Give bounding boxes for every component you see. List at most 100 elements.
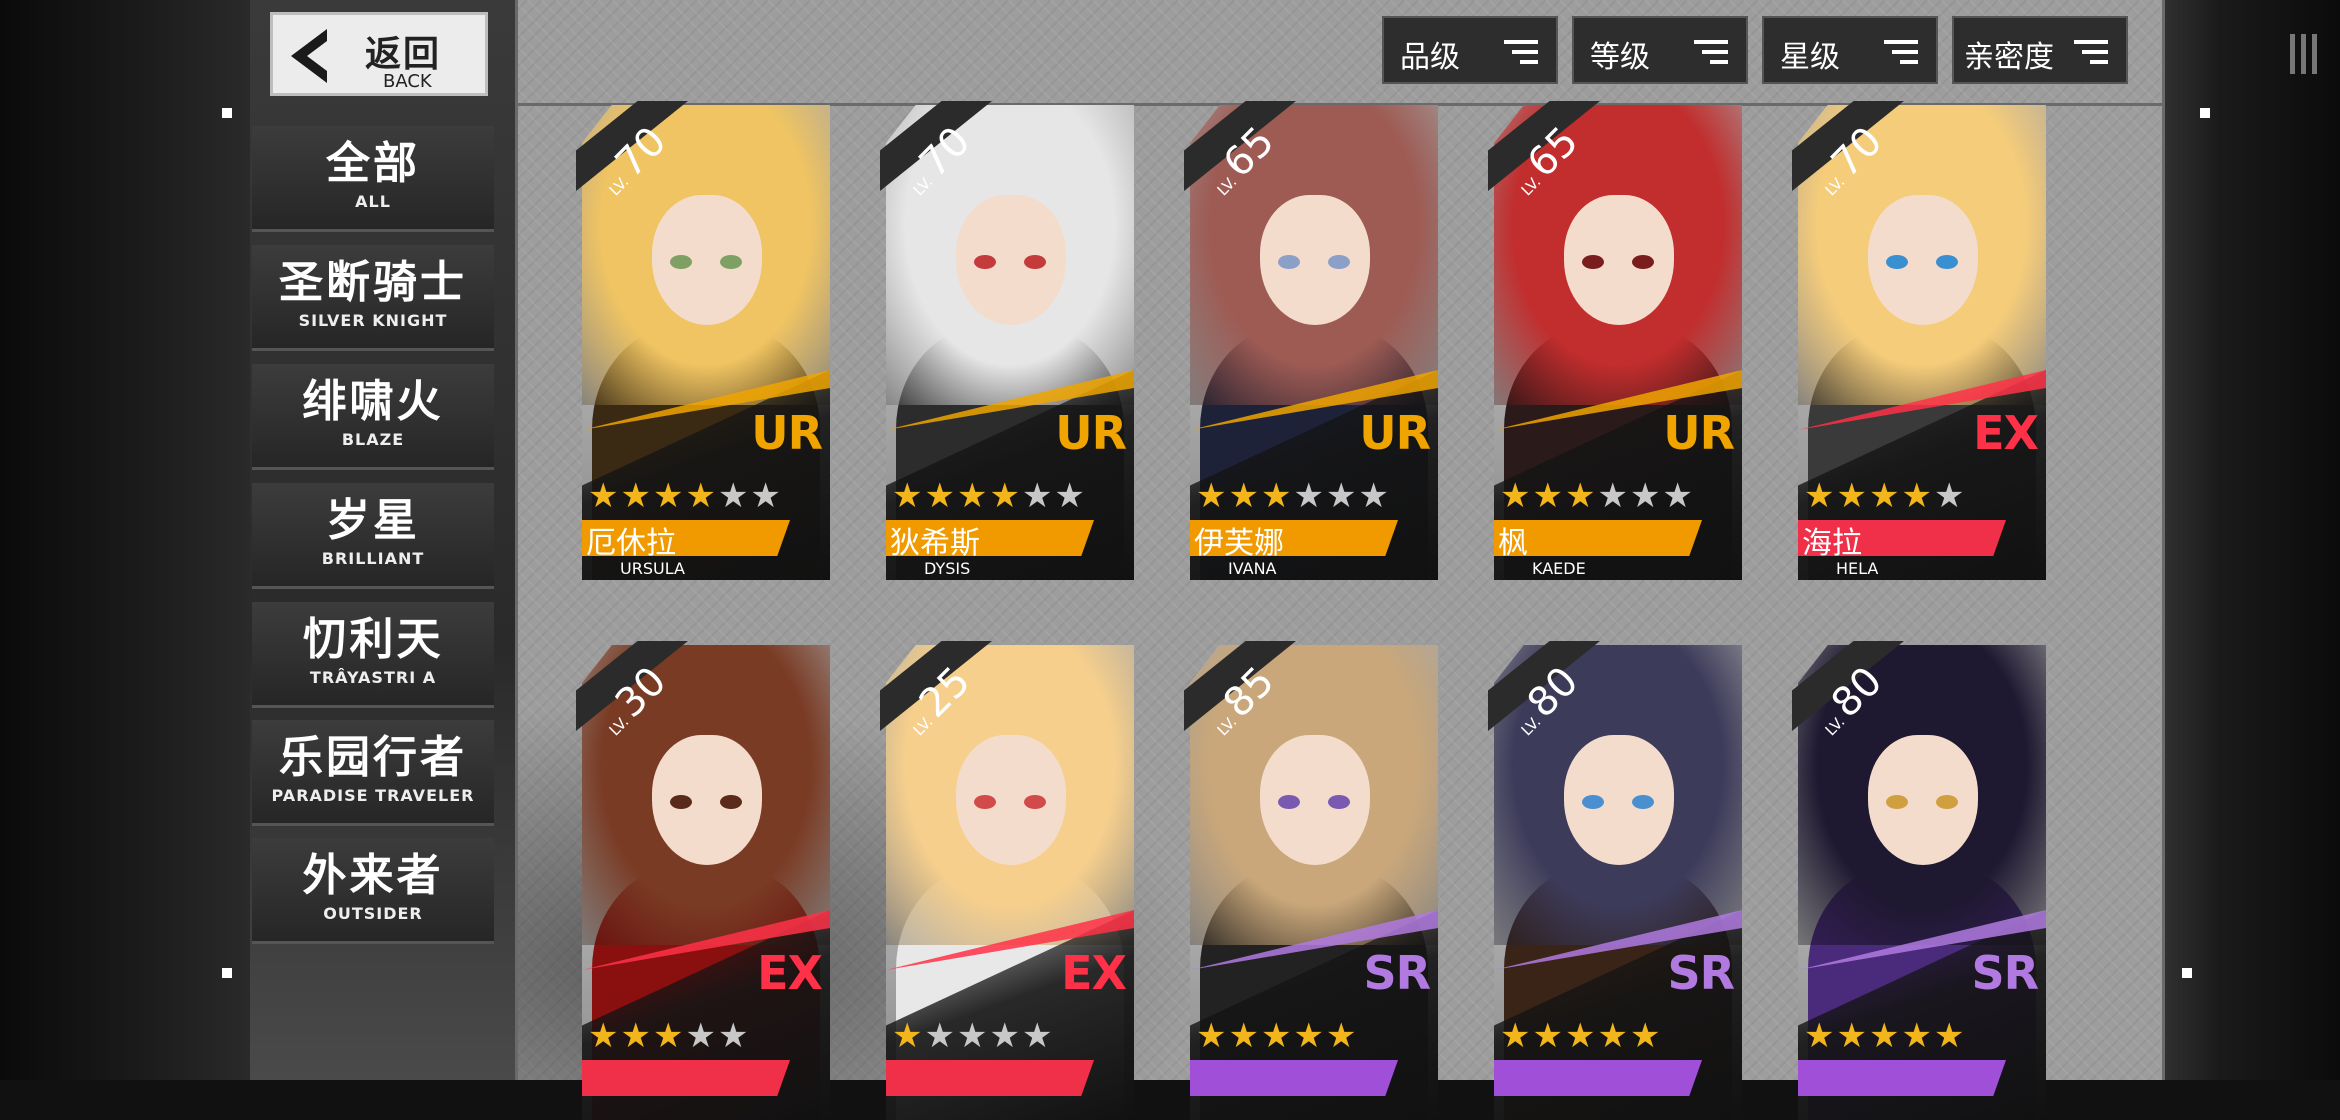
- sidebar-item-brilliant[interactable]: 岁星 BRILLIANT: [252, 483, 494, 589]
- sidebar-item-sub: PARADISE TRAVELER: [271, 786, 475, 805]
- sidebar-item-sub: OUTSIDER: [323, 904, 423, 923]
- filter-label: 星级: [1780, 40, 1840, 75]
- star-icon: ★: [1532, 476, 1565, 516]
- star-icon: ★: [1597, 1016, 1630, 1056]
- back-sub-label: BACK: [383, 71, 432, 92]
- name-bar: 枫: [1494, 520, 1702, 556]
- star-icon: ★: [956, 1016, 990, 1056]
- star-icon: ★: [989, 476, 1022, 516]
- sidebar-item-trayastria[interactable]: 忉利天 TRÂYASTRI A: [252, 602, 494, 708]
- sidebar-item-silver-knight[interactable]: 圣断骑士 SILVER KNIGHT: [252, 245, 494, 351]
- star-icon: ★: [1868, 1016, 1902, 1056]
- character-card[interactable]: UR ★★★★★★ 厄休拉 URSULA: [582, 105, 830, 580]
- filter-star-button[interactable]: 星级: [1762, 16, 1938, 84]
- star-rating: ★★★★★★: [588, 477, 783, 515]
- star-icon: ★: [1325, 476, 1359, 516]
- star-icon: ★: [685, 476, 718, 516]
- star-icon: ★: [1901, 476, 1934, 516]
- character-card[interactable]: UR ★★★★★★ 伊芙娜 IVANA: [1190, 105, 1438, 580]
- back-button[interactable]: 返回 BACK: [270, 12, 488, 96]
- star-icon: ★: [717, 1016, 751, 1056]
- star-icon: ★: [1228, 1016, 1261, 1056]
- rarity-label: EX: [1973, 406, 2039, 460]
- star-rating: ★★★★★★: [892, 477, 1087, 515]
- star-icon: ★: [924, 1016, 957, 1056]
- character-name-en: HELA: [1836, 559, 1879, 578]
- star-rating: ★★★★★: [1196, 1017, 1358, 1055]
- star-icon: ★: [1804, 1016, 1837, 1056]
- star-icon: ★: [1325, 1016, 1359, 1056]
- character-card[interactable]: SR ★★★★★: [1190, 645, 1438, 1120]
- star-icon: ★: [1836, 1016, 1869, 1056]
- sidebar-item-label: 绯啸火: [302, 376, 444, 427]
- star-icon: ★: [1662, 476, 1695, 516]
- character-card[interactable]: UR ★★★★★★ 狄希斯 DYSIS: [886, 105, 1134, 580]
- character-name-en: KAEDE: [1532, 559, 1586, 578]
- sidebar-item-sub: BRILLIANT: [321, 549, 425, 568]
- star-rating: ★★★★★: [892, 1017, 1054, 1055]
- star-icon: ★: [989, 1016, 1022, 1056]
- star-icon: ★: [924, 476, 957, 516]
- name-bar: [582, 1060, 790, 1096]
- character-card[interactable]: SR ★★★★★: [1798, 645, 2046, 1120]
- name-bar: [1798, 1060, 2006, 1096]
- star-icon: ★: [1021, 476, 1055, 516]
- character-name: 狄希斯: [890, 526, 980, 561]
- character-name-en: DYSIS: [924, 559, 971, 578]
- filter-grade-button[interactable]: 品级: [1382, 16, 1558, 84]
- sidebar-item-label: 外来者: [302, 850, 444, 901]
- character-name: 枫: [1498, 526, 1528, 561]
- star-icon: ★: [1629, 476, 1663, 516]
- rarity-label: EX: [1061, 946, 1127, 1000]
- rarity-label: UR: [1359, 406, 1431, 460]
- star-icon: ★: [1901, 1016, 1934, 1056]
- sort-icon: [1884, 40, 1918, 66]
- divider-line: [515, 0, 518, 1080]
- star-icon: ★: [1804, 476, 1837, 516]
- star-icon: ★: [685, 1016, 718, 1056]
- rarity-label: EX: [757, 946, 823, 1000]
- rarity-label: SR: [1971, 946, 2039, 1000]
- filter-level-button[interactable]: 等级: [1572, 16, 1748, 84]
- character-name: 厄休拉: [586, 526, 676, 561]
- name-bar: [1190, 1060, 1398, 1096]
- star-icon: ★: [1868, 476, 1902, 516]
- star-rating: ★★★★★★: [1196, 477, 1391, 515]
- character-card[interactable]: EX ★★★★★: [582, 645, 830, 1120]
- star-icon: ★: [1021, 1016, 1055, 1056]
- sidebar-item-outsider[interactable]: 外来者 OUTSIDER: [252, 838, 494, 944]
- star-icon: ★: [1358, 476, 1391, 516]
- filter-affinity-button[interactable]: 亲密度: [1952, 16, 2128, 84]
- star-icon: ★: [588, 476, 621, 516]
- star-rating: ★★★★★: [1804, 1017, 1966, 1055]
- name-bar: 厄休拉: [582, 520, 790, 556]
- sidebar-item-all[interactable]: 全部 ALL: [252, 126, 494, 232]
- background-left: [0, 0, 250, 1080]
- star-icon: ★: [956, 476, 990, 516]
- star-icon: ★: [1597, 476, 1630, 516]
- star-icon: ★: [1532, 1016, 1565, 1056]
- star-rating: ★★★★★: [1500, 1017, 1662, 1055]
- character-card[interactable]: EX ★★★★★: [886, 645, 1134, 1120]
- character-card[interactable]: UR ★★★★★★ 枫 KAEDE: [1494, 105, 1742, 580]
- star-icon: ★: [717, 476, 751, 516]
- character-card[interactable]: EX ★★★★★ 海拉 HELA: [1798, 105, 2046, 580]
- name-bar: 狄希斯: [886, 520, 1094, 556]
- star-rating: ★★★★★: [1804, 477, 1966, 515]
- name-bar: 海拉: [1798, 520, 2006, 556]
- sidebar-item-blaze[interactable]: 绯啸火 BLAZE: [252, 364, 494, 470]
- frame-corner-dot: [222, 108, 232, 118]
- sidebar-item-paradise-traveler[interactable]: 乐园行者 PARADISE TRAVELER: [252, 720, 494, 826]
- star-icon: ★: [620, 476, 653, 516]
- star-icon: ★: [892, 1016, 925, 1056]
- rarity-label: UR: [1663, 406, 1735, 460]
- name-bar: 伊芙娜: [1190, 520, 1398, 556]
- sidebar-item-label: 乐园行者: [279, 732, 467, 783]
- character-card[interactable]: SR ★★★★★: [1494, 645, 1742, 1120]
- star-icon: ★: [1228, 476, 1261, 516]
- rarity-label: UR: [1055, 406, 1127, 460]
- menu-handle-icon[interactable]: [2290, 34, 2326, 80]
- star-icon: ★: [1500, 476, 1533, 516]
- filter-label: 亲密度: [1964, 40, 2054, 75]
- star-icon: ★: [1293, 476, 1326, 516]
